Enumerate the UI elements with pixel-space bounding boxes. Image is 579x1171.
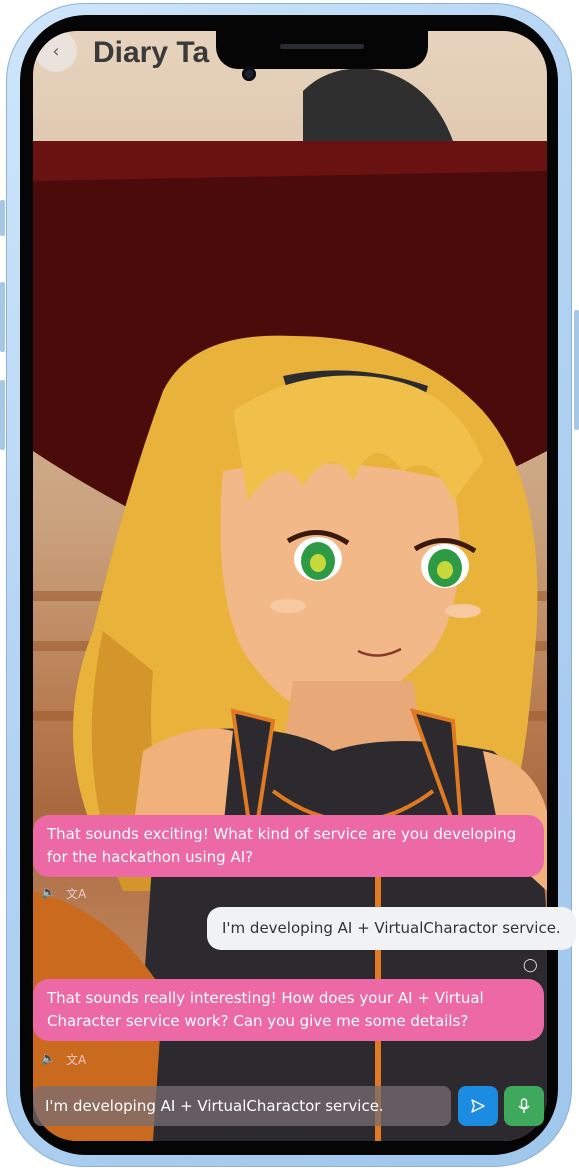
assistant-message-actions: 🔈 文A [41, 885, 86, 902]
assistant-message-actions: 🔈 文A [41, 1051, 86, 1068]
side-button-volume-down [0, 380, 5, 450]
assistant-message: That sounds exciting! What kind of servi… [33, 815, 544, 877]
speaker-icon[interactable]: 🔈 [41, 885, 56, 902]
assistant-message: That sounds really interesting! How does… [33, 979, 544, 1041]
user-message: I'm developing AI + VirtualCharactor ser… [207, 907, 576, 950]
message-input-value: I'm developing AI + VirtualCharactor ser… [45, 1097, 384, 1115]
send-button[interactable] [458, 1086, 498, 1126]
character-avatar[interactable] [33, 31, 547, 1141]
message-input[interactable]: I'm developing AI + VirtualCharactor ser… [33, 1086, 451, 1126]
translate-icon[interactable]: 文A [66, 885, 86, 902]
chevron-left-icon: ‹ [52, 40, 60, 62]
side-button-power [574, 310, 579, 430]
translate-icon[interactable]: 文A [66, 1051, 86, 1068]
microphone-button[interactable] [504, 1086, 544, 1126]
microphone-icon [518, 1098, 530, 1113]
earpiece-speaker [280, 44, 364, 49]
user-message-text: I'm developing AI + VirtualCharactor ser… [222, 919, 561, 937]
device-notch [216, 31, 428, 69]
side-button-volume-up [0, 282, 5, 352]
speaker-icon[interactable]: 🔈 [41, 1051, 56, 1068]
back-button[interactable]: ‹ [35, 31, 77, 72]
assistant-message-text: That sounds really interesting! How does… [47, 989, 484, 1030]
page-title: Diary Ta [93, 36, 210, 69]
assistant-message-text: That sounds exciting! What kind of servi… [47, 825, 517, 866]
side-button-action [0, 200, 5, 236]
app-screen: ‹ Diary Ta [33, 31, 547, 1141]
send-icon [471, 1099, 485, 1113]
lightbulb-icon[interactable]: ◯ [523, 958, 538, 973]
front-camera [242, 67, 256, 81]
